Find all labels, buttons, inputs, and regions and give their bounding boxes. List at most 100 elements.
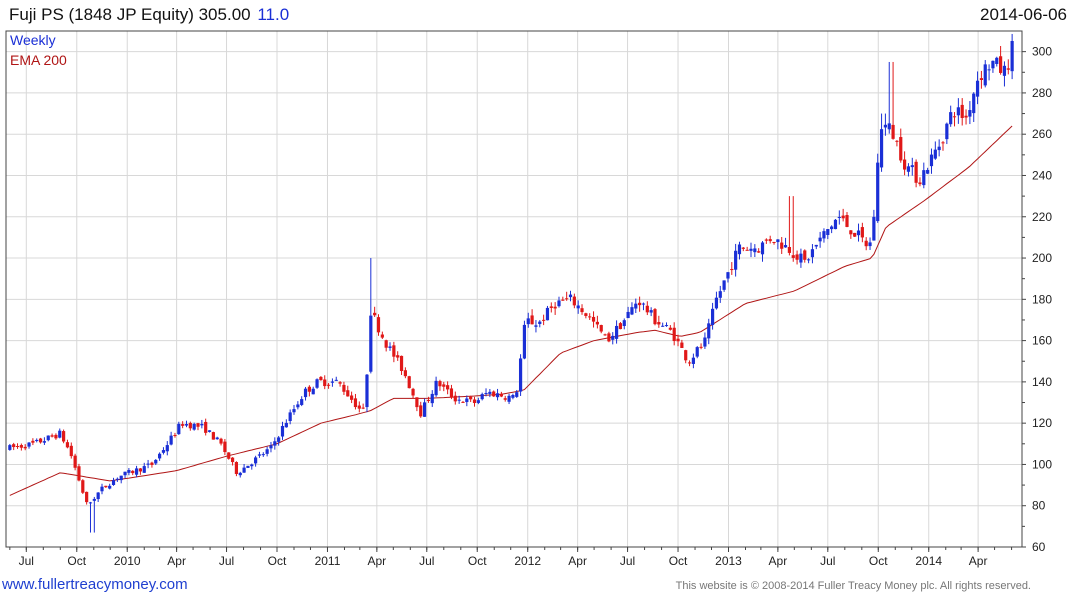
candle-body bbox=[991, 60, 995, 69]
candle-body bbox=[983, 64, 987, 86]
candle-body bbox=[269, 445, 273, 449]
candle-body bbox=[380, 334, 384, 338]
x-tick-label: 2011 bbox=[315, 554, 341, 568]
candle-body bbox=[426, 399, 431, 401]
candle-body bbox=[657, 322, 661, 325]
candle-body bbox=[926, 169, 930, 174]
candle-body bbox=[303, 388, 308, 398]
candle-body bbox=[38, 438, 43, 443]
candle-body bbox=[23, 446, 27, 449]
candle-body bbox=[918, 182, 922, 185]
candle-body bbox=[814, 244, 818, 247]
candle-body bbox=[599, 325, 603, 332]
y-tick-label: 260 bbox=[1032, 127, 1052, 141]
candle-body bbox=[138, 468, 143, 472]
candle-body bbox=[35, 439, 39, 442]
candle-body bbox=[142, 466, 146, 473]
candle-body bbox=[534, 325, 538, 327]
candle-body bbox=[353, 398, 358, 408]
candle-body bbox=[373, 312, 377, 316]
candle-body bbox=[403, 370, 407, 377]
candle-body bbox=[407, 376, 411, 389]
candle-body bbox=[703, 337, 707, 347]
candle-body bbox=[618, 323, 623, 330]
candle-body bbox=[707, 323, 711, 339]
candle-body bbox=[146, 463, 150, 465]
x-tick-label: 2014 bbox=[915, 554, 942, 568]
candle-body bbox=[342, 384, 346, 392]
candle-body bbox=[411, 388, 415, 396]
candle-body bbox=[50, 435, 54, 437]
candle-body bbox=[499, 393, 503, 397]
candle-body bbox=[200, 423, 204, 426]
y-tick-label: 200 bbox=[1032, 251, 1052, 265]
candle-body bbox=[127, 470, 131, 473]
candle-body bbox=[668, 327, 672, 330]
candle-body bbox=[645, 305, 649, 313]
candle-body bbox=[964, 115, 968, 118]
candle-body bbox=[196, 423, 200, 427]
candle-body bbox=[853, 232, 857, 237]
candle-body bbox=[307, 386, 311, 392]
x-tick-label: Jul bbox=[820, 554, 835, 568]
candle-body bbox=[995, 57, 999, 64]
candle-body bbox=[369, 315, 373, 372]
candle-body bbox=[296, 404, 300, 408]
candle-body bbox=[453, 395, 457, 402]
candle-body bbox=[518, 358, 523, 392]
candle-body bbox=[323, 379, 327, 387]
candle-body bbox=[223, 441, 227, 453]
candle-body bbox=[588, 316, 592, 318]
candle-body bbox=[346, 390, 350, 397]
candle-body bbox=[273, 441, 277, 446]
website-link[interactable]: www.fullertreacymoney.com bbox=[2, 576, 188, 593]
candle-body bbox=[131, 470, 135, 474]
candle-body bbox=[465, 398, 469, 403]
candle-body bbox=[791, 255, 795, 258]
candle-body bbox=[254, 457, 258, 464]
candle-body bbox=[699, 346, 703, 348]
candle-body bbox=[906, 166, 911, 172]
candle-body bbox=[507, 395, 511, 402]
candle-body bbox=[899, 137, 903, 161]
candle-body bbox=[722, 280, 726, 290]
candle-body bbox=[42, 441, 47, 443]
x-tick-label: Oct bbox=[67, 554, 86, 568]
candle-body bbox=[941, 142, 945, 144]
legend-ema-200: EMA 200 bbox=[10, 52, 67, 68]
candle-body bbox=[872, 216, 876, 241]
candle-body bbox=[799, 253, 803, 263]
candle-body bbox=[614, 325, 619, 339]
candle-body bbox=[833, 219, 838, 230]
candle-body bbox=[741, 247, 745, 249]
legend: Weekly EMA 200 bbox=[10, 32, 67, 68]
candle-body bbox=[864, 240, 868, 247]
candle-body bbox=[449, 388, 454, 398]
candle-body bbox=[914, 161, 918, 183]
x-tick-label: Jul bbox=[219, 554, 234, 568]
candle-body bbox=[687, 362, 692, 364]
candle-body bbox=[542, 319, 546, 321]
candle-body bbox=[745, 249, 749, 251]
candle-body bbox=[522, 324, 527, 359]
candle-body bbox=[757, 251, 761, 253]
x-tick-label: Apr bbox=[368, 554, 387, 568]
grid bbox=[6, 31, 1022, 548]
candle-body bbox=[154, 459, 158, 464]
candle-body bbox=[561, 299, 565, 301]
candle-body bbox=[161, 450, 166, 453]
candles-layer bbox=[8, 33, 1014, 533]
candle-body bbox=[484, 393, 488, 395]
candle-body bbox=[396, 355, 400, 358]
candle-body bbox=[384, 340, 388, 348]
candle-body bbox=[787, 246, 791, 253]
candle-body bbox=[691, 357, 695, 364]
candle-body bbox=[929, 154, 934, 167]
candle-body bbox=[81, 480, 85, 493]
candle-body bbox=[96, 492, 100, 500]
candle-body bbox=[653, 309, 657, 325]
candle-body bbox=[845, 215, 849, 227]
candle-body bbox=[158, 453, 162, 459]
candle-body bbox=[238, 472, 242, 476]
candle-body bbox=[319, 376, 323, 381]
